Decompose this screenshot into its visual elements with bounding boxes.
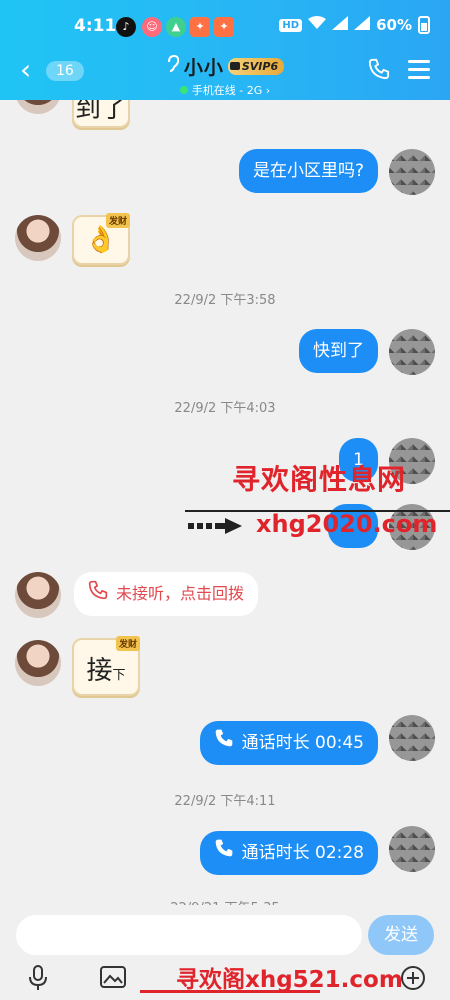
sticker-message[interactable]: 到了 [72, 100, 130, 128]
app-icon: ✦ [190, 17, 210, 37]
nav-bar: ‹ 16 小小 SVIP6 手机在线 - 2G › [0, 50, 450, 98]
message-list[interactable]: 到了 是在小区里吗? 发财 👌 22/9/2 下午3:58 快到了 22/9/2… [0, 100, 450, 905]
call-duration-text: 通话时长 00:45 [241, 733, 364, 753]
phone-icon[interactable] [368, 58, 390, 84]
contact-avatar[interactable] [15, 100, 61, 114]
battery-icon [418, 16, 430, 34]
call-duration-bubble[interactable]: 通话时长 02:28 [199, 831, 378, 875]
hd-icon: HD [279, 18, 303, 32]
message-input[interactable] [16, 915, 362, 955]
my-avatar[interactable] [389, 149, 435, 195]
battery-percent: 60% [376, 16, 412, 34]
online-status-text: 手机在线 - 2G › [191, 84, 271, 97]
phone-icon [214, 831, 234, 875]
chat-header: 4:11 ♪ ☺ ▲ ✦ ✦ HD 60% ‹ 16 小小 SVIP6 手机在线… [0, 0, 450, 100]
contact-avatar[interactable] [15, 572, 61, 618]
status-bar: 4:11 ♪ ☺ ▲ ✦ ✦ HD 60% [0, 12, 450, 44]
message-bubble-self[interactable]: 是在小区里吗? [238, 149, 378, 193]
sticker-message[interactable]: 发财 👌 [72, 213, 130, 265]
watermark-text: xhg2020.com [256, 510, 438, 538]
call-duration-bubble[interactable]: 通话时长 00:45 [199, 721, 378, 765]
timestamp: 22/9/2 下午3:58 [174, 293, 276, 308]
signal-icon [332, 16, 349, 34]
watermark-text: 寻欢阁性息网 [232, 463, 407, 496]
missed-call-bubble[interactable]: 未接听，点击回拨 [74, 572, 259, 617]
contact-avatar[interactable] [15, 640, 61, 686]
timestamp: 22/9/21 下午5:35 [0, 897, 450, 905]
sticker-text: 接 [86, 656, 113, 686]
sticker-tag: 发财 [115, 636, 140, 651]
sticker-text: 到了 [74, 100, 127, 124]
my-avatar[interactable] [389, 826, 435, 872]
online-dot-icon [179, 86, 188, 94]
plus-icon[interactable] [400, 965, 425, 990]
my-avatar[interactable] [389, 329, 435, 375]
contact-nickname: 小小 [183, 57, 224, 79]
microphone-icon[interactable] [26, 965, 50, 990]
wifi-icon [308, 16, 327, 34]
sticker-message[interactable]: 发财 接下 [72, 636, 140, 696]
contact-avatar[interactable] [15, 215, 61, 261]
phone-icon [214, 721, 234, 765]
clock: 4:11 [74, 16, 117, 36]
input-bar: 发送 [0, 905, 450, 965]
phone-icon [88, 573, 108, 617]
sticker-emoji: 👌 [84, 225, 118, 255]
watermark-text: 寻欢阁xhg521.com [176, 967, 403, 993]
send-button[interactable]: 发送 [368, 915, 434, 955]
app-icon: ✦ [214, 17, 234, 37]
missed-call-text: 未接听，点击回拨 [116, 584, 245, 603]
arrow-icon [188, 518, 242, 534]
menu-icon[interactable] [408, 60, 430, 84]
message-bubble-self[interactable]: 快到了 [299, 329, 378, 373]
call-duration-text: 通话时长 02:28 [241, 843, 364, 863]
app-icon: ☺ [142, 17, 162, 37]
tiktok-icon: ♪ [116, 17, 136, 37]
my-avatar[interactable] [389, 715, 435, 761]
signal-icon [354, 16, 371, 34]
image-icon[interactable] [100, 965, 126, 989]
ear-icon [166, 54, 180, 78]
sticker-subtext: 下 [112, 668, 126, 683]
timestamp: 22/9/2 下午4:03 [174, 401, 276, 416]
timestamp: 22/9/2 下午4:11 [174, 794, 276, 809]
online-status: 手机在线 - 2G › [0, 82, 450, 98]
svip-badge: SVIP6 [227, 58, 285, 75]
app-icon: ▲ [166, 17, 186, 37]
